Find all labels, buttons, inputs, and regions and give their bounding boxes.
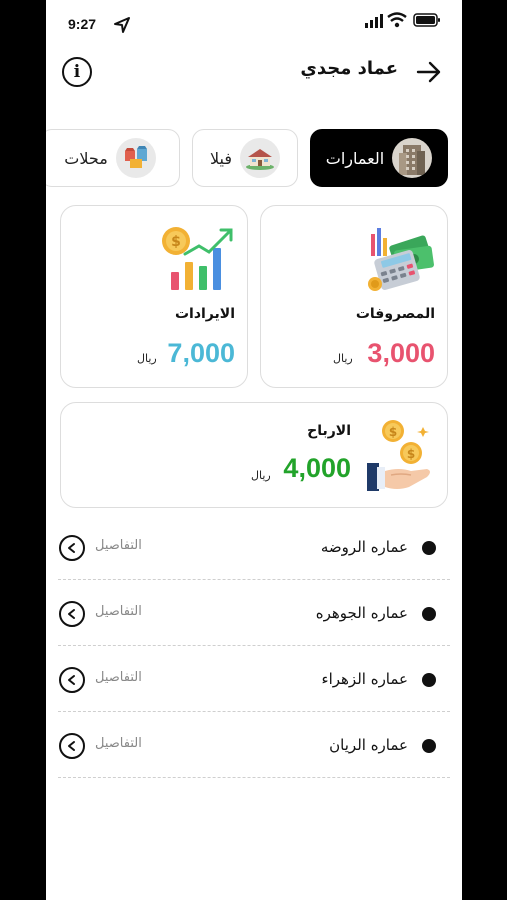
tab-shops[interactable]: محلات bbox=[46, 129, 180, 187]
profits-title: الارباح bbox=[307, 423, 351, 439]
profits-card[interactable]: $ $ الارباح 4,000 ريال bbox=[60, 402, 448, 508]
page-title: عماد مجدي bbox=[300, 58, 398, 79]
building-icon bbox=[392, 138, 433, 178]
revenues-card[interactable]: $ الايرادات 7,000 ريال bbox=[60, 205, 248, 388]
building-name: عماره الروضه bbox=[320, 538, 408, 556]
chevron-left-icon[interactable] bbox=[59, 601, 85, 627]
list-item[interactable]: عماره الريان التفاصيل bbox=[58, 712, 450, 778]
building-name: عماره الريان bbox=[329, 736, 408, 754]
bullet-dot bbox=[422, 607, 436, 621]
status-time: 9:27 bbox=[68, 16, 97, 32]
signal-icon bbox=[365, 14, 383, 28]
villa-icon bbox=[240, 138, 281, 178]
growth-chart-icon: $ bbox=[162, 227, 233, 290]
list-item[interactable]: عماره الجوهره التفاصيل bbox=[58, 580, 450, 646]
tab-buildings[interactable]: العمارات bbox=[310, 129, 448, 187]
chevron-left-icon[interactable] bbox=[59, 535, 85, 561]
battery-icon bbox=[413, 13, 440, 27]
phone-screen: 9:27 i عماد مجدي العمارات فيلا محلات الم… bbox=[46, 0, 462, 900]
list-item[interactable]: عماره الروضه التفاصيل bbox=[58, 514, 450, 580]
tab-label: فيلا bbox=[209, 148, 233, 168]
info-button[interactable]: i bbox=[62, 57, 92, 87]
building-name: عماره الزهراء bbox=[321, 670, 408, 688]
building-name: عماره الجوهره bbox=[315, 604, 408, 622]
details-link[interactable]: التفاصيل bbox=[95, 604, 142, 619]
calculator-money-icon bbox=[368, 228, 434, 291]
currency-label: ريال bbox=[333, 352, 353, 365]
tab-label: العمارات bbox=[325, 148, 385, 168]
shops-icon bbox=[115, 138, 156, 178]
currency-label: ريال bbox=[251, 469, 271, 482]
revenues-amount: 7,000 bbox=[167, 338, 235, 368]
tab-villa[interactable]: فيلا bbox=[192, 129, 298, 187]
info-icon: i bbox=[73, 62, 81, 82]
tab-label: محلات bbox=[64, 148, 108, 168]
expenses-amount: 3,000 bbox=[367, 338, 435, 368]
bullet-dot bbox=[422, 739, 436, 753]
bullet-dot bbox=[422, 541, 436, 555]
bullet-dot bbox=[422, 673, 436, 687]
revenues-title: الايرادات bbox=[174, 306, 235, 322]
location-arrow-icon bbox=[114, 17, 130, 33]
svg-text:$: $ bbox=[407, 447, 415, 461]
details-link[interactable]: التفاصيل bbox=[95, 670, 142, 685]
details-link[interactable]: التفاصيل bbox=[95, 538, 142, 553]
expenses-card[interactable]: المصروفات 3,000 ريال bbox=[260, 205, 448, 388]
money-hand-icon: $ $ bbox=[367, 420, 430, 491]
expenses-title: المصروفات bbox=[355, 306, 435, 322]
currency-label: ريال bbox=[137, 352, 157, 365]
svg-text:$: $ bbox=[171, 234, 181, 250]
back-arrow-icon[interactable] bbox=[416, 60, 442, 84]
list-item[interactable]: عماره الزهراء التفاصيل bbox=[58, 646, 450, 712]
wifi-icon bbox=[387, 12, 407, 28]
chevron-left-icon[interactable] bbox=[59, 667, 85, 693]
chevron-left-icon[interactable] bbox=[59, 733, 85, 759]
svg-text:$: $ bbox=[389, 425, 397, 439]
profits-amount: 4,000 bbox=[283, 453, 351, 483]
details-link[interactable]: التفاصيل bbox=[95, 736, 142, 751]
